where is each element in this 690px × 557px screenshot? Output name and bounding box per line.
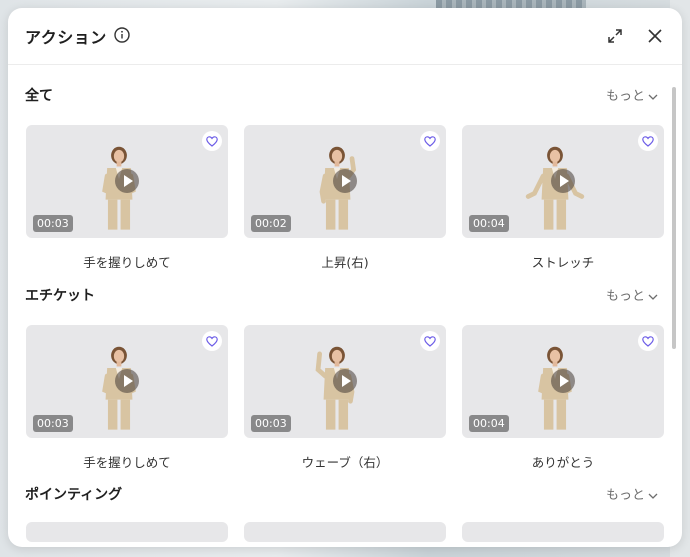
video-thumbnail-partial[interactable]: [26, 522, 228, 542]
video-thumbnail-partial[interactable]: [462, 522, 664, 542]
video-thumbnail[interactable]: 00:02: [244, 125, 446, 238]
more-button[interactable]: もっと: [606, 85, 658, 104]
play-icon[interactable]: [333, 169, 357, 193]
panel-title: アクション: [25, 28, 107, 47]
section-title: 全て: [25, 88, 53, 104]
more-label: もっと: [606, 289, 646, 304]
play-icon[interactable]: [115, 369, 139, 393]
favorite-button[interactable]: [420, 131, 440, 151]
play-icon[interactable]: [333, 369, 357, 393]
action-list[interactable]: 全て もっと 00:03 手を握りしめて 00:02 上昇(右) 00:04 ストレッチ エチケ…: [8, 65, 682, 547]
play-icon[interactable]: [551, 369, 575, 393]
chevron-down-icon: [648, 294, 658, 300]
action-name: 手を握りしめて: [83, 255, 171, 270]
duration-badge: 00:02: [251, 215, 291, 232]
favorite-button[interactable]: [202, 131, 222, 151]
panel-header: アクション: [8, 8, 682, 65]
video-thumbnail[interactable]: 00:03: [244, 325, 446, 438]
action-name: 手を握りしめて: [83, 455, 171, 470]
video-thumbnail[interactable]: 00:03: [26, 325, 228, 438]
play-icon[interactable]: [115, 169, 139, 193]
chevron-down-icon: [648, 94, 658, 100]
chevron-down-icon: [648, 493, 658, 499]
info-icon[interactable]: [114, 27, 130, 43]
favorite-button[interactable]: [202, 331, 222, 351]
favorite-button[interactable]: [638, 331, 658, 351]
close-icon[interactable]: [646, 27, 664, 45]
action-name: 上昇(右): [321, 255, 369, 270]
section-title: ポインティング: [25, 487, 123, 503]
video-thumbnail[interactable]: 00:03: [26, 125, 228, 238]
video-thumbnail[interactable]: 00:04: [462, 325, 664, 438]
action-name: ストレッチ: [531, 255, 595, 270]
section-title: エチケット: [25, 288, 95, 304]
scrollbar[interactable]: [672, 87, 676, 349]
duration-badge: 00:03: [33, 415, 73, 432]
action-panel: アクション 全て もっと 00:03 手を握りしめて 00:02 上昇(右) 00:04 スト…: [8, 8, 682, 547]
expand-icon[interactable]: [606, 27, 624, 45]
favorite-button[interactable]: [420, 331, 440, 351]
more-button[interactable]: もっと: [606, 285, 658, 304]
video-thumbnail[interactable]: 00:04: [462, 125, 664, 238]
more-label: もっと: [606, 89, 646, 104]
duration-badge: 00:04: [469, 215, 509, 232]
duration-badge: 00:03: [251, 415, 291, 432]
action-name: ありがとう: [531, 455, 595, 470]
action-name: ウェーブ（右）: [301, 455, 389, 470]
play-icon[interactable]: [551, 169, 575, 193]
video-thumbnail-partial[interactable]: [244, 522, 446, 542]
favorite-button[interactable]: [638, 131, 658, 151]
more-button[interactable]: もっと: [606, 484, 658, 503]
more-label: もっと: [606, 488, 646, 503]
duration-badge: 00:04: [469, 415, 509, 432]
duration-badge: 00:03: [33, 215, 73, 232]
